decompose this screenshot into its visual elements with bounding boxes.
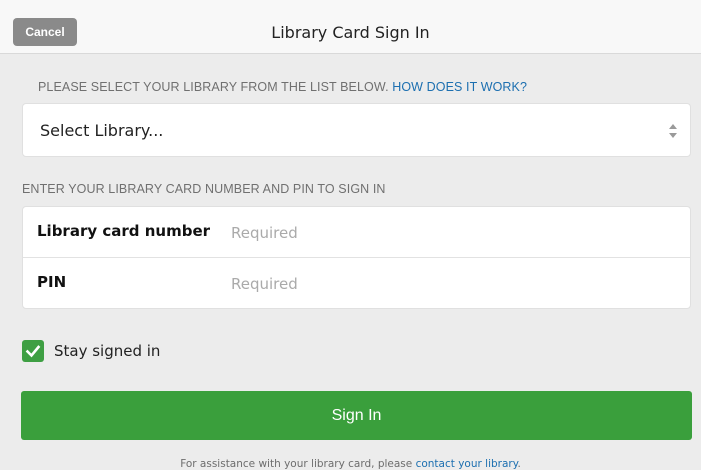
credentials-card: Library card number PIN [22, 206, 691, 309]
pin-row: PIN [23, 258, 690, 309]
stay-signed-in-label: Stay signed in [54, 342, 161, 360]
library-instruction-text: PLEASE SELECT YOUR LIBRARY FROM THE LIST… [38, 80, 389, 94]
stay-signed-in-checkbox[interactable] [22, 340, 44, 362]
card-number-label: Library card number [37, 222, 211, 240]
library-select-value: Select Library... [40, 121, 164, 140]
pin-label: PIN [37, 273, 67, 291]
assistance-footer: For assistance with your library card, p… [0, 458, 701, 470]
header-bar: Cancel Library Card Sign In [0, 0, 701, 54]
pin-input[interactable] [231, 268, 671, 300]
check-icon [25, 345, 41, 358]
card-number-input[interactable] [231, 217, 671, 249]
page-title: Library Card Sign In [271, 23, 430, 42]
card-section-label: ENTER YOUR LIBRARY CARD NUMBER AND PIN T… [22, 182, 386, 196]
sort-arrows-icon [669, 124, 677, 138]
library-section-label: PLEASE SELECT YOUR LIBRARY FROM THE LIST… [38, 80, 527, 94]
library-select[interactable]: Select Library... [22, 103, 691, 157]
footer-text: For assistance with your library card, p… [180, 458, 416, 470]
footer-end: . [517, 458, 521, 470]
card-number-row: Library card number [23, 207, 690, 258]
how-does-it-work-link[interactable]: HOW DOES IT WORK? [392, 80, 527, 94]
sign-in-button[interactable]: Sign In [21, 391, 692, 440]
contact-library-link[interactable]: contact your library [416, 458, 518, 470]
library-sign-in-page: Cancel Library Card Sign In PLEASE SELEC… [0, 0, 701, 470]
